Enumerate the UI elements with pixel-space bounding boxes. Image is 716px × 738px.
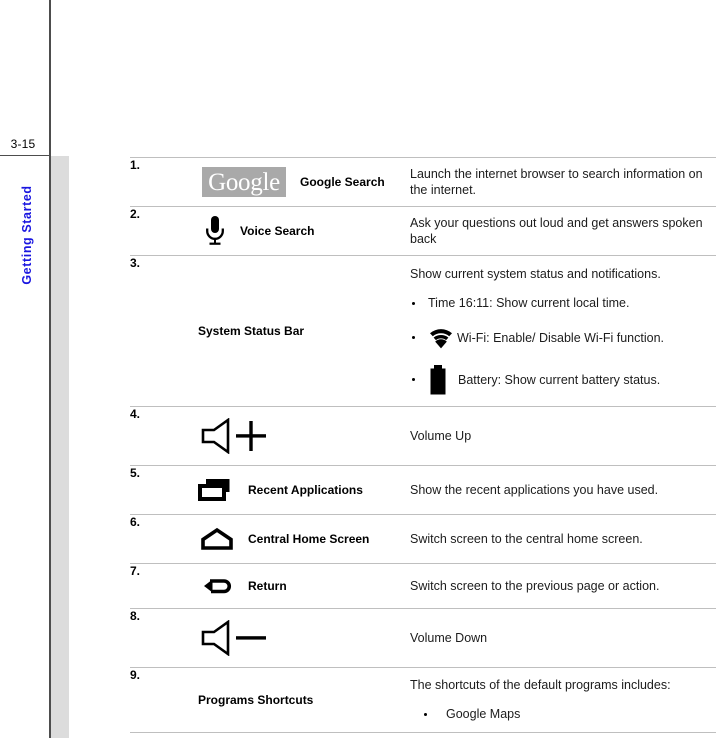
row-description: Switch screen to the previous page or ac… xyxy=(410,563,716,609)
table-row: 8. Volume Down xyxy=(130,608,716,668)
item-label: Recent Applications xyxy=(248,483,363,497)
list-item: Google Maps xyxy=(410,706,716,722)
row-item xyxy=(162,406,410,466)
row-number: 1. xyxy=(130,157,162,207)
return-arrow-icon xyxy=(200,574,234,598)
bullet-text: Time 16:11: Show current local time. xyxy=(428,296,630,311)
wifi-icon xyxy=(428,325,454,351)
row-number: 7. xyxy=(130,563,162,609)
volume-up-icon xyxy=(200,417,272,455)
description-text: Show current system status and notificat… xyxy=(410,267,661,282)
battery-icon xyxy=(428,364,448,396)
row-description: Switch screen to the central home screen… xyxy=(410,514,716,564)
bullet-dot xyxy=(412,302,415,305)
row-description: The shortcuts of the default programs in… xyxy=(410,667,716,733)
row-item: Recent Applications xyxy=(162,465,410,515)
chapter-label: Getting Started xyxy=(20,185,34,285)
row-number: 9. xyxy=(130,667,162,733)
item-label: Programs Shortcuts xyxy=(198,693,314,707)
bullet-text: Google Maps xyxy=(446,707,521,722)
row-number: 6. xyxy=(130,514,162,564)
table-row: 1. Google Google Search Launch the inter… xyxy=(130,157,716,207)
description-text: Ask your questions out loud and get answ… xyxy=(410,216,703,246)
row-number: 8. xyxy=(130,608,162,668)
description-text: Launch the internet browser to search in… xyxy=(410,167,703,197)
description-text: The shortcuts of the default programs in… xyxy=(410,678,671,693)
chapter-grey-band xyxy=(51,156,69,738)
row-item: Return xyxy=(162,563,410,609)
home-icon xyxy=(200,526,234,552)
bullet-dot xyxy=(424,713,427,716)
list-item: Time 16:11: Show current local time. xyxy=(410,295,716,311)
microphone-icon xyxy=(204,214,226,248)
item-label: Voice Search xyxy=(240,224,315,238)
list-item: Wi-Fi: Enable/ Disable Wi-Fi function. xyxy=(410,325,716,351)
row-number: 2. xyxy=(130,206,162,256)
table-row: 5. Recent Applications Show the recent a… xyxy=(130,465,716,515)
row-number: 5. xyxy=(130,465,162,515)
bullet-text: Wi-Fi: Enable/ Disable Wi-Fi function. xyxy=(457,330,665,345)
row-item xyxy=(162,608,410,668)
list-item: Battery: Show current battery status. xyxy=(410,364,716,396)
feature-list-table: 1. Google Google Search Launch the inter… xyxy=(130,157,716,733)
item-label: Central Home Screen xyxy=(248,532,370,546)
row-item: Voice Search xyxy=(162,206,410,256)
row-item: Central Home Screen xyxy=(162,514,410,564)
description-text: Volume Up xyxy=(410,429,472,443)
row-number: 3. xyxy=(130,255,162,407)
row-description: Show the recent applications you have us… xyxy=(410,465,716,515)
table-row: 2. Voice Search Ask your questions out l… xyxy=(130,206,716,256)
row-description: Volume Down xyxy=(410,608,716,668)
row-description: Show current system status and notificat… xyxy=(410,255,716,407)
volume-down-icon xyxy=(200,619,272,657)
description-text: Volume Down xyxy=(410,631,488,645)
table-row: 9. Programs Shortcuts The shortcuts of t… xyxy=(130,667,716,733)
page-number: 3-15 xyxy=(10,137,36,151)
google-logo-text: Google xyxy=(208,168,280,196)
row-item: Programs Shortcuts xyxy=(162,667,410,733)
bullet-dot xyxy=(412,336,415,340)
bullet-text: Battery: Show current battery status. xyxy=(458,372,661,387)
row-description: Volume Up xyxy=(410,406,716,466)
row-description: Ask your questions out loud and get answ… xyxy=(410,206,716,256)
item-label: Return xyxy=(248,579,287,593)
description-text: Show the recent applications you have us… xyxy=(410,483,659,497)
row-item: Google Google Search xyxy=(162,157,410,207)
table-row: 3. System Status Bar Show current system… xyxy=(130,255,716,407)
description-text: Switch screen to the central home screen… xyxy=(410,532,643,546)
bullet-dot xyxy=(412,378,415,382)
row-description: Launch the internet browser to search in… xyxy=(410,157,716,207)
recent-applications-icon xyxy=(198,476,234,504)
row-item: System Status Bar xyxy=(162,255,410,407)
row-number: 4. xyxy=(130,406,162,466)
status-bullet-list: Time 16:11: Show current local time. Wi-… xyxy=(410,295,716,395)
rail-horizontal-rule xyxy=(0,155,50,156)
item-label: Google Search xyxy=(300,175,385,189)
google-logo-icon: Google xyxy=(202,167,286,197)
page-left-rail: 3-15 Getting Started xyxy=(0,0,69,738)
item-label: System Status Bar xyxy=(198,324,305,338)
table-row: 4. Volume Up xyxy=(130,406,716,466)
shortcut-bullet-list: Google Maps xyxy=(410,706,716,722)
table-row: 6. Central Home Screen Switch screen to … xyxy=(130,514,716,564)
table-row: 7. Return Switch screen to the previous … xyxy=(130,563,716,609)
description-text: Switch screen to the previous page or ac… xyxy=(410,579,660,593)
